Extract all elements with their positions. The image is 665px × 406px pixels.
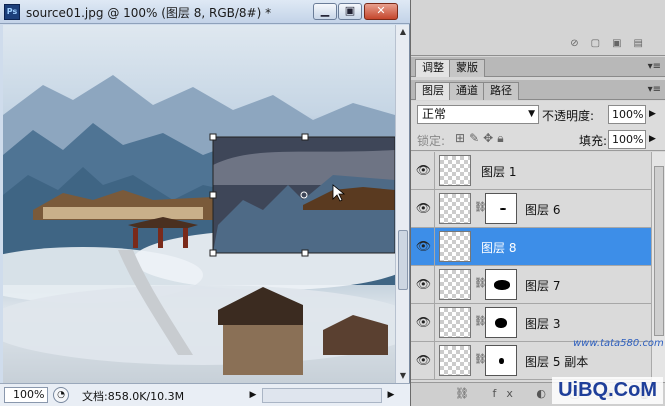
layers-tabbar: 图层 通道 路径 ▾≡ [411,80,665,100]
scroll-down-icon[interactable]: ▼ [397,369,409,383]
visibility-eye-icon[interactable]: 👁︎ [413,190,435,227]
document-titlebar[interactable]: Ps source01.jpg @ 100% (图层 8, RGB/8#) * … [0,0,410,24]
layer-thumbnail [439,193,471,224]
opacity-dropdown-icon[interactable]: ▶ [649,109,656,119]
lock-transparent-icon[interactable]: ⊞ [455,131,469,145]
opacity-field[interactable]: 100% [608,105,646,124]
visibility-eye-icon[interactable]: 👁︎ [413,342,435,379]
transform-handle[interactable] [209,133,217,141]
tab-masks[interactable]: 蒙版 [449,59,485,77]
layer-row[interactable]: 👁︎ 图层 1 [411,152,651,190]
layer-thumbnail [439,345,471,376]
document-window: Ps source01.jpg @ 100% (图层 8, RGB/8#) * … [0,0,410,406]
panel-top-icons[interactable]: ⊘▢▣▤ [570,38,655,49]
layers-scroll-thumb[interactable] [654,166,664,336]
vertical-scrollbar[interactable]: ▲ ▼ [395,25,409,383]
lock-move-icon[interactable]: ✥ [483,131,497,145]
status-bar: 100% ◔ 文档:858.0K/10.3M ▶ ▶ [0,383,410,406]
panel-menu-icon[interactable]: ▾≡ [648,61,661,72]
layer-name[interactable]: 图层 3 [525,315,560,332]
app-root: Ps source01.jpg @ 100% (图层 8, RGB/8#) * … [0,0,665,406]
status-menu-icon[interactable]: ◔ [53,387,69,403]
fill-label: 填充: [579,134,608,148]
layer-row[interactable]: 👁︎ ⛓ 图层 3 [411,304,651,342]
lock-icons[interactable]: ⊞✎✥🔒︎ [455,131,508,146]
horizontal-scrollbar[interactable] [262,388,382,403]
layer-mask-thumbnail[interactable] [485,193,517,224]
image-canvas[interactable] [3,25,395,383]
tab-layers[interactable]: 图层 [415,82,451,100]
adjustments-panel-body: ⊘▢▣▤ [411,0,665,56]
scroll-right-icon[interactable]: ▶ [384,387,398,403]
layer-name[interactable]: 图层 7 [525,277,560,294]
status-arrow-right-icon[interactable]: ▶ [246,387,260,403]
lock-all-icon[interactable]: 🔒︎ [497,131,507,145]
layer-mask-thumbnail[interactable] [485,269,517,300]
fill-dropdown-icon[interactable]: ▶ [649,134,656,144]
visibility-eye-icon[interactable]: 👁︎ [413,228,435,265]
visibility-eye-icon[interactable]: 👁︎ [413,266,435,303]
blend-mode-value: 正常 [422,107,447,121]
blend-mode-select[interactable]: 正常 ▼ [417,105,539,124]
restore-button[interactable]: ▣ [338,3,362,20]
opacity-label: 不透明度: [542,109,595,123]
chevron-down-icon: ▼ [528,109,535,119]
layer-thumbnail [439,307,471,338]
minimize-icon: ▁ [320,4,330,17]
layer-mask-thumbnail[interactable] [485,307,517,338]
transform-handle[interactable] [301,249,309,257]
fill-field[interactable]: 100% [608,130,646,149]
close-icon: ✕ [376,4,386,17]
layer-name[interactable]: 图层 8 [481,239,516,256]
transform-handle[interactable] [209,249,217,257]
adjustments-tabbar: 调整 蒙版 ▾≡ [411,57,665,77]
layer-row[interactable]: 👁︎ ⛓ 图层 7 [411,266,651,304]
temple-body [223,325,303,375]
restore-icon: ▣ [344,4,356,17]
lock-brush-icon[interactable]: ✎ [469,131,483,145]
tab-channels[interactable]: 通道 [449,82,485,100]
palace-wall [43,207,203,219]
canvas-artwork [3,75,395,375]
layer-mask-thumbnail[interactable] [485,345,517,376]
watermark-brand: UiBQ.CoM [552,377,663,404]
lock-label: 锁定: [417,134,446,148]
close-button[interactable]: ✕ [364,3,398,20]
layer-thumbnail [439,231,471,262]
watermark-url: www.tata580.com [573,338,664,349]
document-title: source01.jpg @ 100% (图层 8, RGB/8#) * [26,6,272,20]
scroll-up-icon[interactable]: ▲ [397,25,409,39]
visibility-eye-icon[interactable]: 👁︎ [413,304,435,341]
layer-thumbnail [439,269,471,300]
document-size-info: 文档:858.0K/10.3M [82,390,185,403]
minimize-button[interactable]: ▁ [313,3,337,20]
layer-options: 正常 ▼ 不透明度: 100% ▶ 锁定: ⊞✎✥🔒︎ 填充: 100% ▶ [411,101,665,151]
layer-name[interactable]: 图层 6 [525,201,560,218]
zoom-level-field[interactable]: 100% [4,387,48,403]
layer-name[interactable]: 图层 1 [481,163,516,180]
transform-handle[interactable] [301,133,309,141]
tab-adjustments[interactable]: 调整 [415,59,451,77]
tab-paths[interactable]: 路径 [483,82,519,100]
layer-row-selected[interactable]: 👁︎ 图层 8 [411,228,651,266]
layer-row[interactable]: 👁︎ ⛓ 图层 6 [411,190,651,228]
visibility-eye-icon[interactable]: 👁︎ [413,152,435,189]
layer-name[interactable]: 图层 5 副本 [525,353,588,370]
photoshop-app-icon: Ps [4,4,20,20]
panels-dock: ⊘▢▣▤ 调整 蒙版 ▾≡ 图层 通道 路径 ▾≡ 正常 ▼ 不透明度: 100… [411,0,665,406]
scroll-thumb[interactable] [398,230,408,290]
layers-panel-menu-icon[interactable]: ▾≡ [648,84,661,95]
transform-handle[interactable] [209,191,217,199]
layer-thumbnail [439,155,471,186]
